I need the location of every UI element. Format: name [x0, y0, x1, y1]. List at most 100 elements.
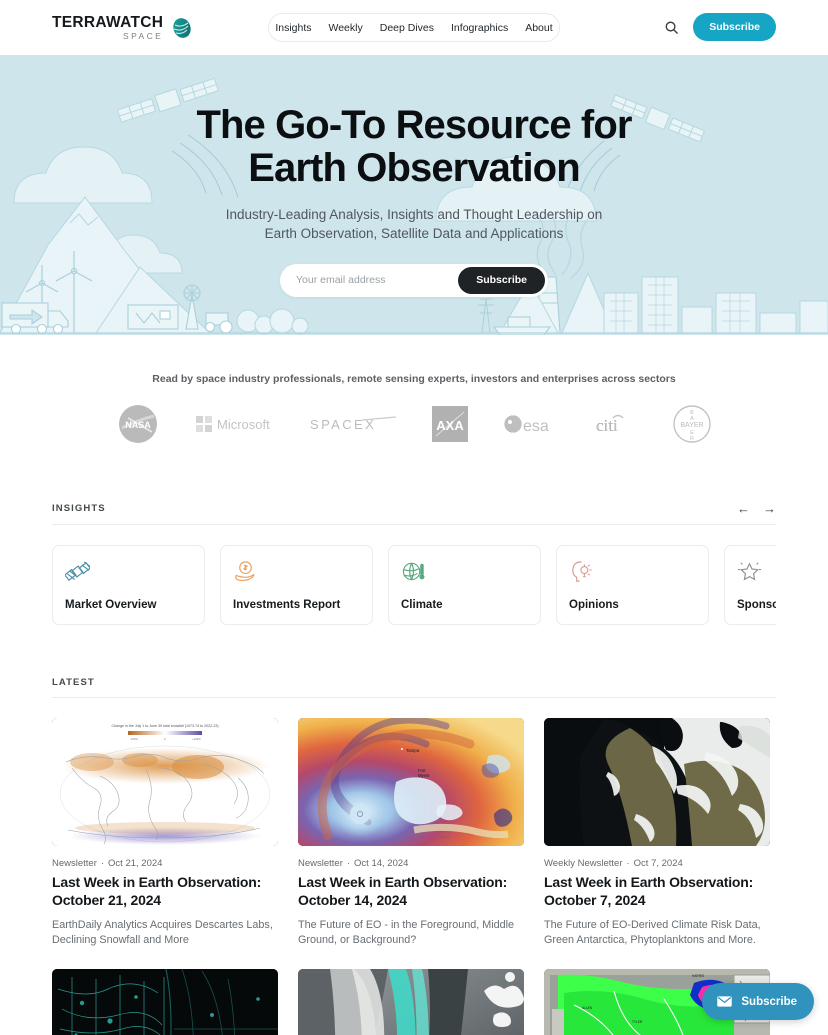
trust-section: Read by space industry professionals, re…	[0, 335, 828, 446]
logo-text: TERRAWATCH SPACE	[52, 13, 164, 41]
hero-subtitle-line1: Industry-Leading Analysis, Insights and …	[225, 206, 603, 222]
nav-item-deep-dives[interactable]: Deep Dives	[380, 22, 434, 34]
arrow-right-icon[interactable]: →	[763, 502, 776, 515]
hero-subtitle: Industry-Leading Analysis, Insights and …	[0, 205, 828, 243]
main-navigation: Insights Weekly Deep Dives Infographics …	[268, 13, 560, 42]
svg-text:TYLER: TYLER	[632, 1020, 643, 1024]
svg-text:AXA: AXA	[436, 418, 464, 433]
article-title-line2: October 14, 2024	[298, 891, 407, 908]
hero-content: The Go-To Resource for Earth Observation…	[0, 55, 828, 297]
article-thumbnail-hurricane-map[interactable]: Tampa Fort Myers Cuba	[298, 718, 524, 846]
logo[interactable]: TERRAWATCH SPACE	[52, 13, 194, 41]
page-title: The Go-To Resource for Earth Observation	[0, 104, 828, 190]
article-date: Oct 7, 2024	[633, 858, 683, 869]
hero-title-line1: The Go-To Resource for	[196, 103, 632, 147]
article-category: Newsletter	[298, 858, 343, 869]
axa-logo: AXA	[432, 406, 468, 442]
insights-section: INSIGHTS ← → Market Overview Investments…	[0, 502, 828, 625]
category-carousel[interactable]: Market Overview Investments Report Clima…	[52, 545, 776, 625]
category-label: Sponsored	[737, 599, 776, 611]
latest-section: LATEST Change in the July 1 to June 30 t…	[0, 677, 828, 1035]
svg-text:citi: citi	[596, 416, 618, 435]
article-card[interactable]: Tampa Fort Myers Cuba Newsletter · Oct 14,…	[298, 718, 524, 949]
article-title-line1: Last Week in Earth Observation:	[52, 874, 262, 890]
site-header: TERRAWATCH SPACE Insights Weekly Deep Di…	[0, 0, 828, 55]
article-excerpt: The Future of EO - in the Foreground, Mi…	[298, 918, 515, 947]
logo-secondary-text: SPACE	[123, 31, 164, 41]
article-excerpt: The Future of EO-Derived Climate Risk Da…	[544, 918, 761, 947]
article-thumbnail-night-lights[interactable]	[52, 969, 278, 1035]
article-title-line1: Last Week in Earth Observation:	[298, 874, 508, 890]
article-title[interactable]: Last Week in Earth Observation: October …	[544, 874, 770, 910]
citi-logo: citi citi	[596, 413, 636, 435]
hero-subtitle-line2: Earth Observation, Satellite Data and Ap…	[264, 225, 564, 241]
category-card-market-overview[interactable]: Market Overview	[52, 545, 205, 625]
category-card-climate[interactable]: Climate	[388, 545, 541, 625]
article-category: Weekly Newsletter	[544, 858, 623, 869]
category-label: Climate	[401, 599, 443, 611]
brand-logo-strip: NASA Microsoft SPACEX AXA esa citi citi …	[0, 402, 828, 446]
svg-text:Microsoft: Microsoft	[217, 417, 270, 432]
nasa-logo: NASA	[116, 402, 160, 446]
trust-label: Read by space industry professionals, re…	[152, 373, 676, 385]
nav-item-weekly[interactable]: Weekly	[329, 22, 363, 34]
map-label-tampa: Tampa	[406, 748, 420, 753]
spacex-logo: SPACEX	[310, 415, 396, 433]
email-input[interactable]	[283, 274, 459, 287]
article-thumbnail-sediment-plume[interactable]	[298, 969, 524, 1035]
category-card-investments-report[interactable]: Investments Report	[220, 545, 373, 625]
svg-text:BAYER: BAYER	[680, 422, 703, 429]
latest-header: LATEST	[52, 677, 776, 698]
article-thumbnail-snowfall-map[interactable]: Change in the July 1 to June 30 total sn…	[52, 718, 278, 846]
hero-section: The Go-To Resource for Earth Observation…	[0, 55, 828, 335]
nav-item-infographics[interactable]: Infographics	[451, 22, 508, 34]
map-label-cuba: Cuba	[440, 834, 450, 839]
category-card-opinions[interactable]: Opinions	[556, 545, 709, 625]
article-title-line1: Last Week in Earth Observation:	[544, 874, 754, 890]
category-label: Investments Report	[233, 599, 341, 611]
category-card-sponsored[interactable]: Sponsored	[724, 545, 776, 625]
article-title[interactable]: Last Week in Earth Observation: October …	[298, 874, 524, 910]
hero-subscribe-button[interactable]: Subscribe	[458, 266, 545, 294]
map-label-myers: Myers	[418, 773, 429, 778]
svg-text:NASA: NASA	[125, 420, 151, 430]
logo-primary-text: TERRAWATCH	[52, 13, 164, 31]
floating-subscribe-button[interactable]: Subscribe	[702, 983, 814, 1020]
article-title[interactable]: Last Week in Earth Observation: October …	[52, 874, 278, 910]
header-subscribe-button[interactable]: Subscribe	[693, 13, 776, 41]
head-lightbulb-icon	[572, 561, 592, 582]
carousel-controls: ← →	[737, 502, 776, 515]
hero-signup-form: Subscribe	[280, 263, 548, 297]
article-grid: Change in the July 1 to June 30 total sn…	[52, 718, 776, 1035]
article-card[interactable]	[52, 969, 278, 1035]
star-sparkle-icon	[737, 562, 762, 581]
category-label: Opinions	[569, 599, 619, 611]
article-card[interactable]: Change in the July 1 to June 30 total sn…	[52, 718, 278, 949]
svg-text:+100%: +100%	[192, 737, 201, 741]
thumb-caption: Change in the July 1 to June 30 total sn…	[111, 724, 218, 728]
search-icon[interactable]	[663, 19, 679, 35]
nav-item-insights[interactable]: Insights	[275, 22, 311, 34]
article-card[interactable]: Weekly Newsletter · Oct 7, 2024 Last Week …	[544, 718, 770, 949]
nav-item-about[interactable]: About	[525, 22, 552, 34]
arrow-left-icon[interactable]: ←	[737, 502, 750, 515]
svg-text:ALLEN: ALLEN	[582, 1006, 593, 1010]
article-thumbnail-antarctica[interactable]	[544, 718, 770, 846]
article-meta: Weekly Newsletter · Oct 7, 2024	[544, 858, 683, 869]
svg-text:R: R	[690, 436, 694, 442]
latest-title: LATEST	[52, 677, 95, 688]
article-excerpt: EarthDaily Analytics Acquires Descartes …	[52, 918, 273, 947]
insights-title: INSIGHTS	[52, 503, 106, 514]
svg-text:esa: esa	[523, 418, 549, 435]
article-card[interactable]	[298, 969, 524, 1035]
svg-text:HARRIS: HARRIS	[692, 974, 704, 978]
article-title-line2: October 21, 2024	[52, 891, 161, 908]
insights-header: INSIGHTS ← →	[52, 502, 776, 525]
hero-title-line2: Earth Observation	[248, 145, 580, 190]
svg-text:-100%: -100%	[130, 737, 139, 741]
hand-dollar-icon	[235, 561, 255, 582]
article-category: Newsletter	[52, 858, 97, 869]
esa-logo: esa	[504, 413, 560, 435]
category-label: Market Overview	[65, 599, 157, 611]
bayer-logo: B A BAYER E R	[672, 404, 712, 444]
